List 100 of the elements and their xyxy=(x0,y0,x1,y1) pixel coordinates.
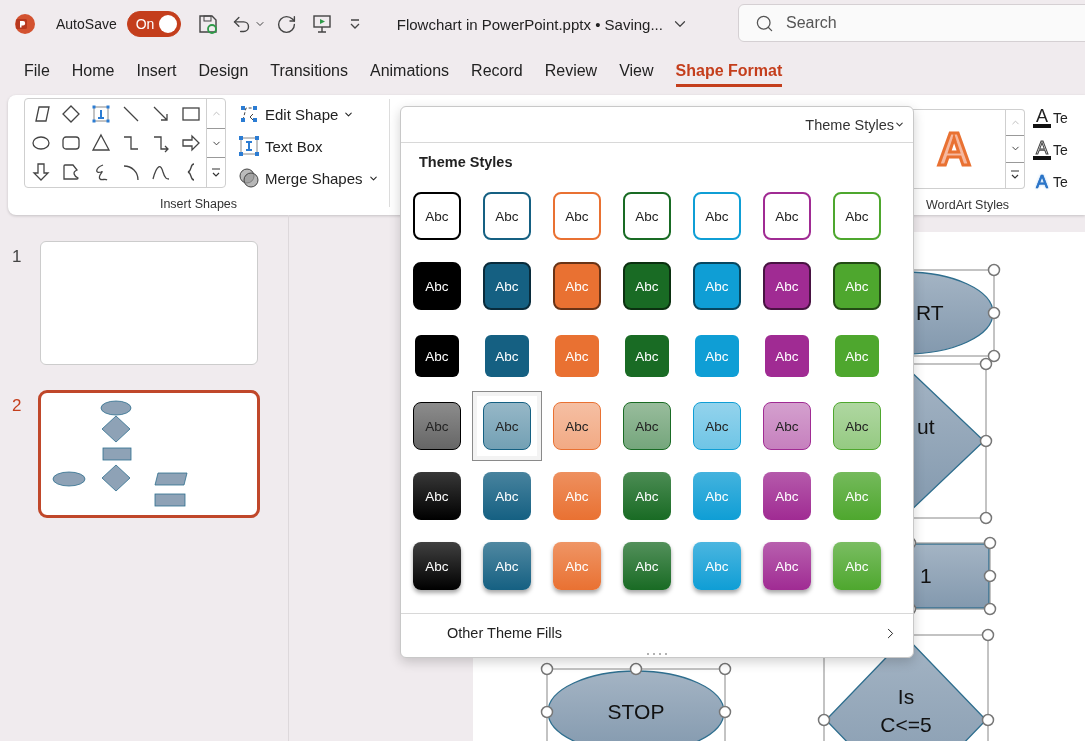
style-swatch[interactable]: Abc xyxy=(553,402,601,450)
shape-text: Is C<=5 xyxy=(879,684,933,738)
slide-number: 1 xyxy=(11,246,23,267)
style-option-frame[interactable]: Abc xyxy=(682,181,752,251)
style-swatch[interactable]: Abc xyxy=(763,402,811,450)
style-option-frame[interactable]: Abc xyxy=(472,181,542,251)
style-option-frame[interactable]: Abc xyxy=(612,531,682,601)
style-option-frame[interactable]: Abc xyxy=(822,391,892,461)
ribbon-tab[interactable]: Home xyxy=(71,56,115,87)
text-style-button[interactable]: A Te xyxy=(1033,102,1068,134)
ribbon-tab[interactable]: Insert xyxy=(136,56,177,87)
style-swatch[interactable]: Abc xyxy=(483,542,531,590)
style-swatch[interactable]: Abc xyxy=(483,192,531,240)
style-swatch[interactable]: Abc xyxy=(483,262,531,310)
style-option-frame[interactable]: Abc xyxy=(752,391,822,461)
menu-heading: Theme Styles xyxy=(418,153,514,172)
style-option-frame[interactable]: Abc xyxy=(402,181,472,251)
style-swatch[interactable]: Abc xyxy=(413,542,461,590)
resize-grip-icon[interactable] xyxy=(646,652,668,656)
ribbon-tab[interactable]: Design xyxy=(198,56,249,87)
style-swatch[interactable]: Abc xyxy=(623,192,671,240)
customize-caret-icon[interactable] xyxy=(348,18,361,30)
style-swatch[interactable]: Abc xyxy=(833,192,881,240)
style-swatch[interactable]: Abc xyxy=(413,402,461,450)
style-swatch[interactable]: Abc xyxy=(765,335,809,377)
style-option-frame[interactable]: Abc xyxy=(612,461,682,531)
style-option-frame[interactable]: Abc xyxy=(752,181,822,251)
search-field[interactable]: Search xyxy=(738,4,1085,42)
style-option-frame[interactable]: Abc xyxy=(402,531,472,601)
style-swatch[interactable]: Abc xyxy=(693,192,741,240)
style-option-frame[interactable]: Abc xyxy=(752,461,822,531)
style-swatch[interactable]: Abc xyxy=(833,402,881,450)
style-option-frame[interactable]: Abc xyxy=(542,391,612,461)
style-swatch[interactable]: Abc xyxy=(763,472,811,520)
style-swatch[interactable]: Abc xyxy=(763,262,811,310)
style-option-frame[interactable]: Abc xyxy=(752,321,822,391)
redo-icon[interactable] xyxy=(275,13,297,35)
style-swatch[interactable]: Abc xyxy=(693,402,741,450)
style-swatch[interactable]: Abc xyxy=(483,472,531,520)
style-swatch[interactable]: Abc xyxy=(623,402,671,450)
style-option-frame[interactable]: Abc xyxy=(402,391,472,461)
save-icon[interactable] xyxy=(196,13,219,35)
style-swatch[interactable]: Abc xyxy=(623,542,671,590)
ribbon-button[interactable]: Merge Shapes xyxy=(238,162,379,194)
style-swatch[interactable]: Abc xyxy=(483,402,531,450)
ribbon-tab[interactable]: Animations xyxy=(369,56,450,87)
ribbon-tab[interactable]: View xyxy=(619,56,654,87)
text-box-icon xyxy=(238,135,260,157)
app-logo-icon[interactable] xyxy=(14,13,36,35)
style-swatch[interactable]: Abc xyxy=(553,192,601,240)
style-option-frame[interactable]: Abc xyxy=(472,321,542,391)
ribbon-tab[interactable]: Review xyxy=(544,56,598,87)
style-option-frame[interactable]: Abc xyxy=(752,531,822,601)
text-box-icon[interactable] xyxy=(91,103,111,124)
ribbon-tab[interactable]: Shape Format xyxy=(675,56,783,87)
right-arrow-icon[interactable] xyxy=(181,132,201,153)
expand-icon xyxy=(211,167,221,178)
style-option-frame[interactable]: Abc xyxy=(472,461,542,531)
style-option-frame[interactable]: Abc xyxy=(542,181,612,251)
freeform-icon[interactable] xyxy=(61,161,81,182)
style-option-frame[interactable]: Abc xyxy=(612,391,682,461)
menu-item[interactable]: Other Theme Fills xyxy=(447,625,562,641)
style-option-frame[interactable]: Abc xyxy=(612,181,682,251)
edit-shape-icon xyxy=(238,103,260,125)
text-style-button[interactable]: A Te xyxy=(1033,134,1068,166)
ribbon-button[interactable]: Text Box xyxy=(238,130,379,162)
ribbon-tab[interactable]: Record xyxy=(471,56,523,87)
style-option-frame[interactable]: Abc xyxy=(472,531,542,601)
document-title[interactable]: Flowchart in PowerPoint.pptx • Saving... xyxy=(396,15,663,33)
style-swatch[interactable]: Abc xyxy=(625,335,669,377)
theme-styles-dropdown[interactable]: Theme Styles xyxy=(805,116,905,133)
style-option-frame[interactable]: Abc xyxy=(472,391,542,461)
style-option-frame[interactable]: Abc xyxy=(402,321,472,391)
style-option-frame[interactable]: Abc xyxy=(682,391,752,461)
style-swatch[interactable]: Abc xyxy=(623,262,671,310)
style-option-frame[interactable]: Abc xyxy=(752,251,822,321)
triangle-icon[interactable] xyxy=(91,132,111,153)
style-option-frame[interactable]: Abc xyxy=(402,461,472,531)
style-swatch[interactable]: Abc xyxy=(413,472,461,520)
style-swatch[interactable]: Abc xyxy=(413,262,461,310)
style-swatch[interactable]: Abc xyxy=(485,335,529,377)
style-swatch[interactable]: Abc xyxy=(623,472,671,520)
down-arrow-icon[interactable] xyxy=(31,161,51,182)
selection-frame[interactable] xyxy=(540,662,732,741)
ribbon-tab[interactable]: File xyxy=(24,56,50,87)
style-option-frame[interactable]: Abc xyxy=(612,251,682,321)
style-option-frame[interactable]: Abc xyxy=(402,251,472,321)
ribbon-button[interactable]: Edit Shape xyxy=(238,98,379,130)
style-swatch[interactable]: Abc xyxy=(763,542,811,590)
presentation-icon[interactable] xyxy=(310,13,333,35)
style-swatch[interactable]: Abc xyxy=(763,192,811,240)
text-style-button[interactable]: A Te xyxy=(1033,166,1068,198)
style-swatch[interactable]: Abc xyxy=(415,335,459,377)
style-option-frame[interactable]: Abc xyxy=(612,321,682,391)
autosave-toggle[interactable]: On xyxy=(126,11,181,37)
diamond-icon[interactable] xyxy=(61,103,81,124)
style-option-frame[interactable]: Abc xyxy=(822,181,892,251)
ribbon-tab[interactable]: Transitions xyxy=(270,56,348,87)
style-swatch[interactable]: Abc xyxy=(413,192,461,240)
style-option-frame[interactable]: Abc xyxy=(472,251,542,321)
